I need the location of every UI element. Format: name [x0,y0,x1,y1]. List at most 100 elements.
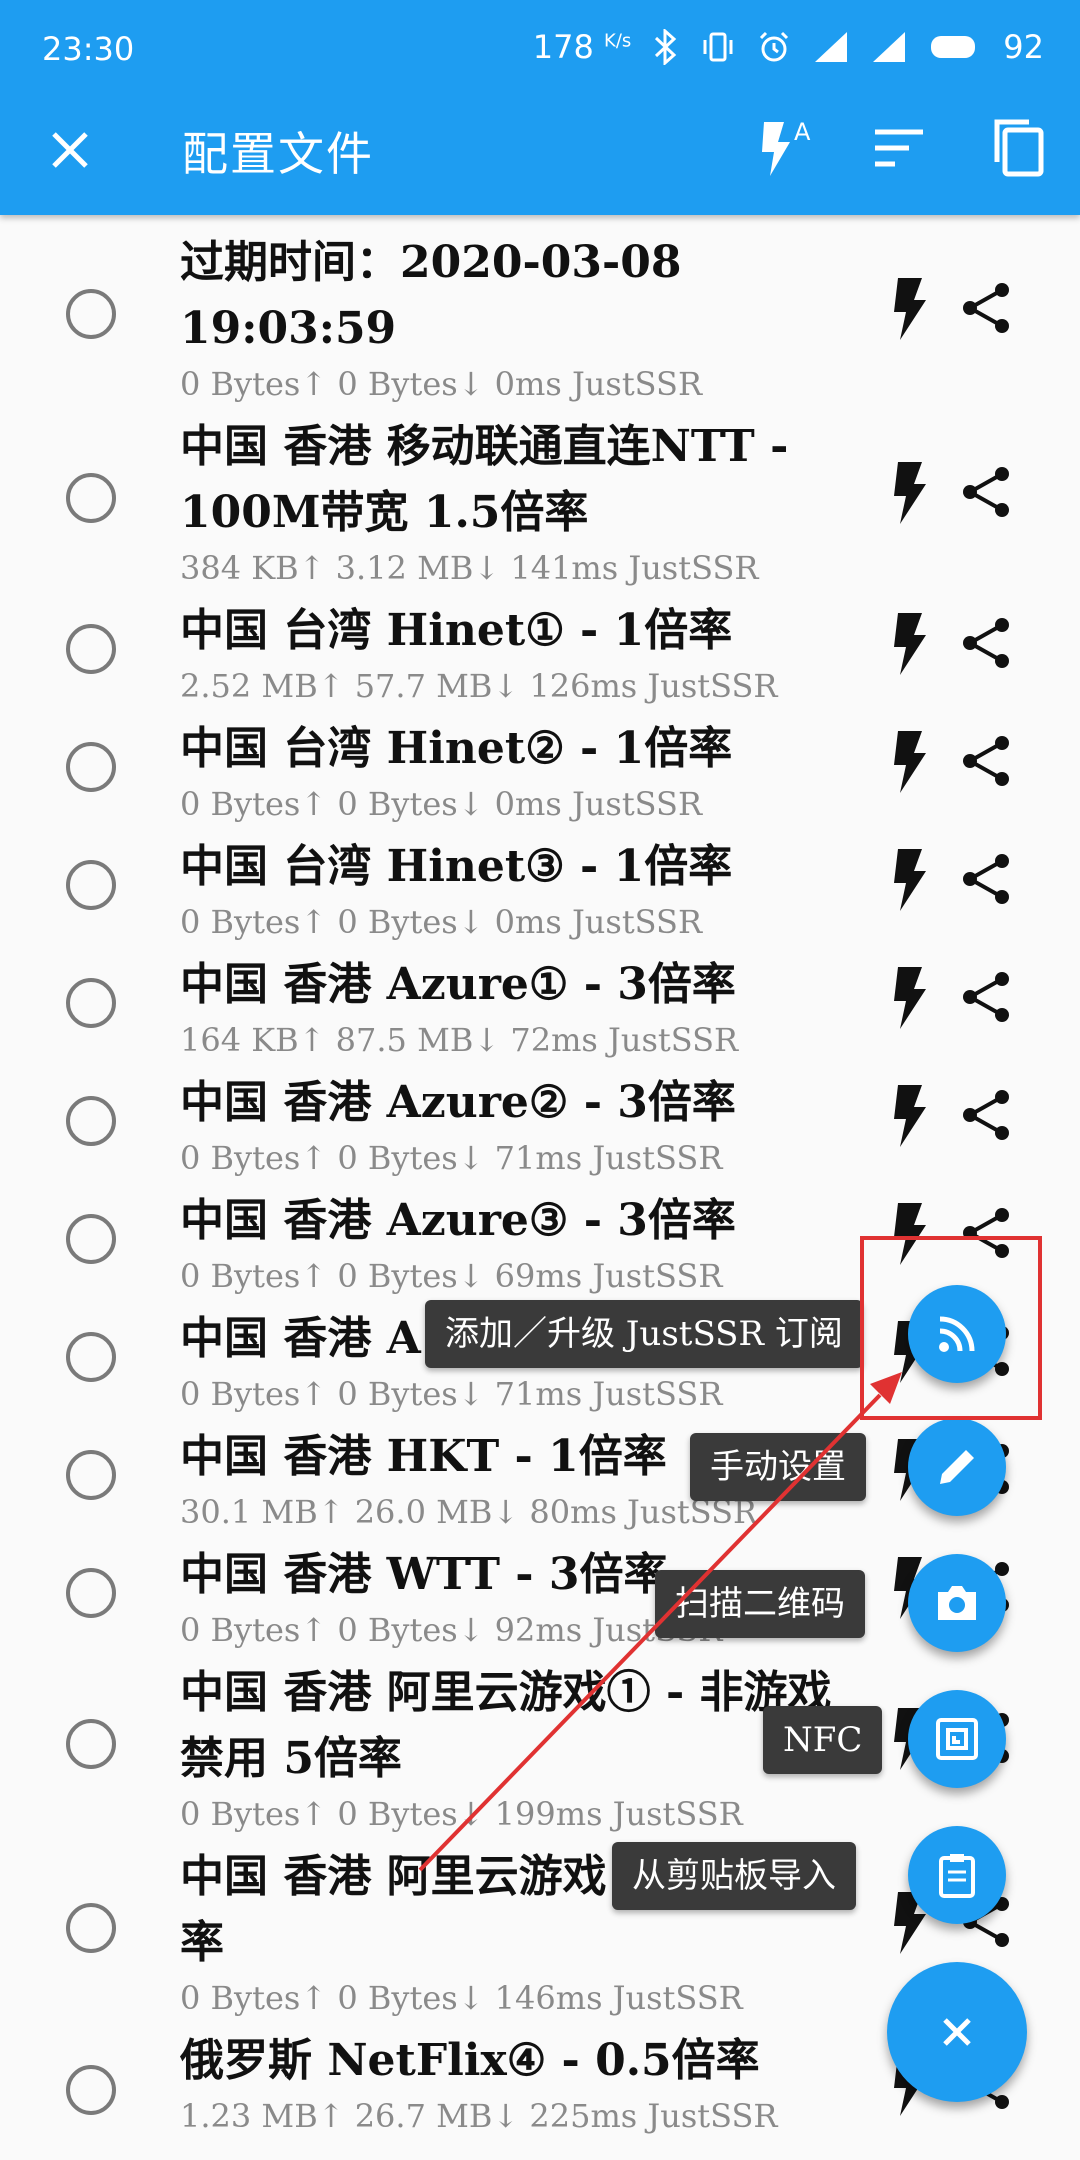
profile-actions [880,274,1030,344]
status-time: 23:30 [42,30,135,68]
profile-text: 中国 台湾 Hinet① - 1倍率 2.52 MB↑ 57.7 MB↓ 126m… [180,598,870,708]
bluetooth-icon [655,29,677,65]
share-icon[interactable] [958,615,1014,671]
sort-icon[interactable] [865,114,935,184]
test-latency-icon[interactable] [890,458,930,528]
profile-actions [880,458,1030,528]
profile-radio[interactable] [66,1903,116,1953]
profile-actions [880,1081,1030,1151]
profile-radio[interactable] [66,1332,116,1382]
profile-title: 中国 台湾 Hinet① - 1倍率 [180,605,733,656]
profile-title: 中国 香港 移动联通直连NTT - 100M带宽 1.5倍率 [180,421,789,538]
profile-radio[interactable] [66,1214,116,1264]
profile-stats: 0 Bytes↑ 0 Bytes↓ 71ms JustSSR [180,1375,723,1413]
profile-stats: 0 Bytes↑ 0 Bytes↓ 0ms JustSSR [180,903,703,941]
profile-radio[interactable] [66,1568,116,1618]
test-latency-icon[interactable]: A [750,114,820,184]
profile-row[interactable]: 中国 台湾 Hinet③ - 1倍率 0 Bytes↑ 0 Bytes↓ 0ms … [0,826,1080,944]
profile-text: 过期时间：2020-03-08 19:03:59 0 Bytes↑ 0 Bytes… [180,230,870,406]
profile-text: 中国 台湾 Hinet② - 1倍率 0 Bytes↑ 0 Bytes↓ 0ms … [180,716,870,826]
battery-level: 92 [1003,28,1044,66]
profile-stats: 0 Bytes↑ 0 Bytes↓ 0ms JustSSR [180,785,703,823]
signal-icon [873,32,906,62]
test-latency-icon[interactable] [890,845,930,915]
profile-title: 中国 香港 Azure② - 3倍率 [180,1077,736,1128]
scan-qr-tooltip[interactable]: 扫描二维码 [655,1570,865,1638]
test-latency-icon[interactable] [890,963,930,1033]
profile-text: 中国 香港 Azure③ - 3倍率 0 Bytes↑ 0 Bytes↓ 69ms… [180,1188,870,1298]
profile-radio[interactable] [66,624,116,674]
profile-radio[interactable] [66,289,116,339]
profile-text: 中国 香港 移动联通直连NTT - 100M带宽 1.5倍率 384 KB↑ 3.… [180,414,870,590]
clipboard-import-button[interactable] [908,1826,1006,1924]
test-latency-icon[interactable] [890,727,930,797]
manual-tooltip[interactable]: 手动设置 [690,1433,866,1501]
nfc-button[interactable] [908,1690,1006,1788]
clipboard-icon [939,1854,975,1898]
profile-radio[interactable] [66,2065,116,2115]
pencil-icon [940,1450,974,1484]
alarm-icon [760,31,789,62]
test-latency-icon[interactable] [890,609,930,679]
share-icon[interactable] [958,280,1014,336]
share-icon[interactable] [958,733,1014,789]
profile-stats: 0 Bytes↑ 0 Bytes↓ 71ms JustSSR [180,1139,723,1177]
test-latency-icon[interactable] [890,274,930,344]
profile-stats: 0 Bytes↑ 0 Bytes↓ 146ms JustSSR [180,1979,743,2017]
copy-icon[interactable] [985,114,1055,184]
profile-actions [880,963,1030,1033]
status-bar: 23:30 178 K/s 92 [0,0,1080,100]
close-icon[interactable] [40,120,100,180]
profile-radio[interactable] [66,1719,116,1769]
nfc-icon [936,1718,978,1760]
profile-radio[interactable] [66,742,116,792]
scan-qr-button[interactable] [908,1554,1006,1652]
profile-text: 中国 台湾 Hinet③ - 1倍率 0 Bytes↑ 0 Bytes↓ 0ms … [180,834,870,944]
profile-stats: 2.52 MB↑ 57.7 MB↓ 126ms JustSSR [180,667,778,705]
profile-actions [880,609,1030,679]
svg-text:A: A [794,118,811,146]
vibrate-icon [703,32,733,62]
profile-text: 中国 香港 Azure① - 3倍率 164 KB↑ 87.5 MB↓ 72ms … [180,952,870,1062]
close-fab-button[interactable] [887,1962,1027,2102]
network-speed: 178 K/s [532,28,632,66]
profile-stats: 0 Bytes↑ 0 Bytes↓ 199ms JustSSR [180,1795,743,1833]
annotation-box [860,1236,1042,1420]
profile-radio[interactable] [66,1096,116,1146]
profile-text: 中国 香港 Azure② - 3倍率 0 Bytes↑ 0 Bytes↓ 71ms… [180,1070,870,1180]
profile-stats: 1.23 MB↑ 26.7 MB↓ 225ms JustSSR [180,2097,778,2135]
profile-row[interactable]: 中国 香港 移动联通直连NTT - 100M带宽 1.5倍率 384 KB↑ 3.… [0,406,1080,590]
share-icon[interactable] [958,464,1014,520]
profile-radio[interactable] [66,1450,116,1500]
profile-stats: 0 Bytes↑ 0 Bytes↓ 0ms JustSSR [180,365,703,403]
test-latency-icon[interactable] [890,1081,930,1151]
nfc-tooltip[interactable]: NFC [763,1706,883,1774]
share-icon[interactable] [958,851,1014,907]
battery-icon [931,36,976,58]
profile-row[interactable]: 中国 香港 Azure② - 3倍率 0 Bytes↑ 0 Bytes↓ 71ms… [0,1062,1080,1180]
share-icon[interactable] [958,969,1014,1025]
manual-settings-button[interactable] [908,1418,1006,1516]
profile-stats: 0 Bytes↑ 0 Bytes↓ 69ms JustSSR [180,1257,723,1295]
profile-stats: 384 KB↑ 3.12 MB↓ 141ms JustSSR [180,549,759,587]
profile-row[interactable]: 中国 台湾 Hinet① - 1倍率 2.52 MB↑ 57.7 MB↓ 126m… [0,590,1080,708]
profile-actions [880,727,1030,797]
profile-row[interactable]: 中国 台湾 Hinet② - 1倍率 0 Bytes↑ 0 Bytes↓ 0ms … [0,708,1080,826]
profile-title: 中国 香港 Azure③ - 3倍率 [180,1195,736,1246]
share-icon[interactable] [958,1087,1014,1143]
profile-row[interactable]: 中国 香港 Azure① - 3倍率 164 KB↑ 87.5 MB↓ 72ms … [0,944,1080,1062]
profile-row[interactable]: 过期时间：2020-03-08 19:03:59 0 Bytes↑ 0 Bytes… [0,222,1080,406]
page-title: 配置文件 [182,127,374,181]
profile-title: 中国 台湾 Hinet② - 1倍率 [180,723,733,774]
app-bar: 配置文件 A [0,100,1080,215]
profile-text: 俄罗斯 NetFlix④ - 0.5倍率 1.23 MB↑ 26.7 MB↓ 22… [180,2028,870,2138]
profile-radio[interactable] [66,978,116,1028]
clipboard-tooltip[interactable]: 从剪贴板导入 [612,1842,856,1910]
profile-title: 过期时间：2020-03-08 19:03:59 [180,237,682,354]
profile-radio[interactable] [66,860,116,910]
camera-icon [938,1586,976,1620]
profile-actions [880,845,1030,915]
profile-radio[interactable] [66,473,116,523]
subscription-tooltip[interactable]: 添加／升级 JustSSR 订阅 [425,1300,863,1368]
profile-title: 俄罗斯 NetFlix④ - 0.5倍率 [180,2035,760,2086]
